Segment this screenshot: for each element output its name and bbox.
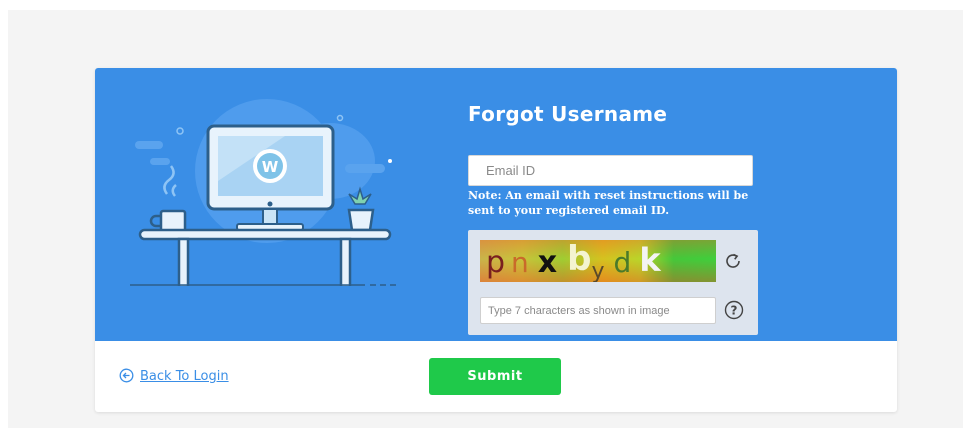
illustration-dot [388, 159, 392, 163]
captcha-input[interactable] [480, 297, 716, 324]
forgot-username-form: Forgot Username Note: An email with rese… [468, 68, 868, 341]
submit-button[interactable]: Submit [429, 358, 561, 395]
illustration-cloud [150, 158, 170, 165]
forgot-username-card: W Forgot Username Note: An email with re… [95, 68, 897, 412]
w-logo-letter: W [262, 158, 279, 176]
captcha-char: y [591, 259, 605, 282]
form-footer: Back To Login Submit [95, 341, 897, 412]
plant-pot [347, 208, 375, 232]
captcha-char: d [613, 246, 632, 279]
back-to-login-label: Back To Login [140, 369, 229, 384]
captcha-char: p [486, 245, 506, 280]
desk-top [138, 228, 392, 241]
captcha-char: k [639, 241, 661, 279]
illustration-dot [176, 127, 184, 135]
hero-panel: W Forgot Username Note: An email with re… [95, 68, 897, 341]
illustration-dot [336, 114, 344, 122]
captcha-char: x [537, 245, 558, 280]
captcha-char: n [511, 246, 529, 279]
reset-note: Note: An email with reset instructions w… [468, 189, 749, 217]
coffee-mug [159, 209, 187, 233]
monitor-power-dot [267, 201, 273, 207]
desk-computer-illustration: W [130, 99, 397, 286]
refresh-icon[interactable] [722, 250, 744, 272]
captcha-box: pnxbydk ? [468, 230, 758, 335]
desk-leg [339, 237, 352, 286]
question-circle-icon[interactable]: ? [724, 300, 744, 320]
captcha-text: p n x by d k [486, 240, 661, 282]
illustration-cloud [135, 141, 163, 149]
monitor-stand [262, 208, 278, 226]
steam [171, 184, 177, 197]
svg-text:?: ? [731, 304, 738, 318]
email-input[interactable] [468, 155, 753, 186]
form-title: Forgot Username [468, 102, 668, 126]
back-to-login-link[interactable]: Back To Login [119, 368, 229, 384]
desk-leg [177, 237, 190, 286]
mug-handle [149, 214, 161, 228]
captcha-image: p n x by d k [480, 240, 716, 282]
captcha-char: b [567, 240, 592, 279]
illustration-cloud [345, 164, 385, 173]
circle-arrow-left-icon [119, 368, 134, 383]
